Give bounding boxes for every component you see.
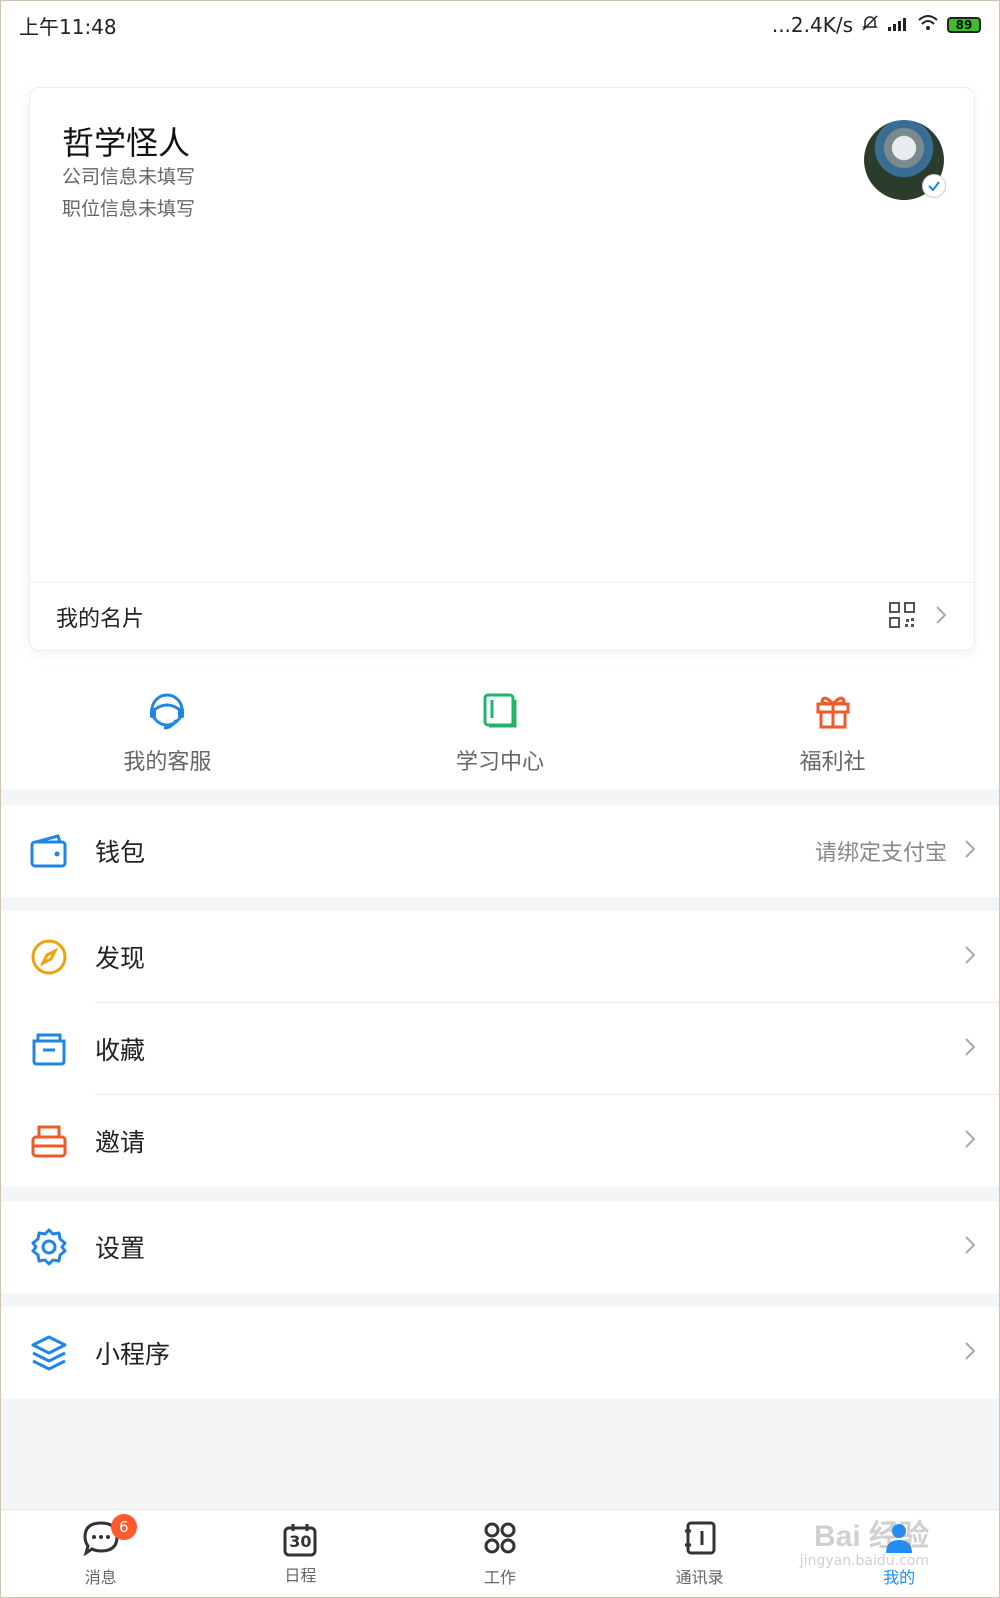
mute-icon xyxy=(861,13,879,37)
network-speed: ...2.4K/s xyxy=(771,13,853,37)
tab-schedule-label: 日程 xyxy=(284,1566,317,1585)
battery-icon: 89 xyxy=(947,17,981,33)
settings-section: 设置 xyxy=(1,1201,999,1293)
welfare-club-button[interactable]: 福利社 xyxy=(733,690,933,776)
discover-label: 发现 xyxy=(95,944,146,973)
tab-contacts-label: 通讯录 xyxy=(675,1568,724,1587)
tab-schedule[interactable]: 30 日程 xyxy=(240,1522,360,1586)
settings-label: 设置 xyxy=(95,1234,146,1263)
folder-icon xyxy=(29,1029,69,1069)
chevron-right-icon xyxy=(934,604,948,630)
my-business-card-row[interactable]: 我的名片 xyxy=(30,582,974,650)
miniprogram-row[interactable]: 小程序 xyxy=(1,1307,999,1399)
chevron-right-icon xyxy=(963,838,977,864)
wallet-row[interactable]: 钱包 请绑定支付宝 xyxy=(1,805,999,897)
features-section: 发现 收藏 邀请 xyxy=(1,911,999,1187)
profile-name: 哲学怪人 xyxy=(62,124,191,162)
gear-icon xyxy=(29,1227,69,1267)
headset-icon xyxy=(146,690,188,736)
discover-row[interactable]: 发现 xyxy=(1,911,999,1003)
phone-screen: 上午11:48 ...2.4K/s 89 哲学怪人 公司信息未填写 职位信息未填… xyxy=(0,0,1000,1598)
layers-icon xyxy=(29,1333,69,1373)
customer-service-button[interactable]: 我的客服 xyxy=(67,690,267,776)
calendar-icon: 30 xyxy=(282,1522,318,1558)
chevron-right-icon xyxy=(963,1128,977,1154)
position-info: 职位信息未填写 xyxy=(62,198,196,220)
customer-service-label: 我的客服 xyxy=(123,750,212,775)
unread-badge: 6 xyxy=(110,1514,137,1540)
status-bar: 上午11:48 ...2.4K/s 89 xyxy=(1,1,999,49)
quick-actions: 我的客服 学习中心 福利社 xyxy=(1,677,999,789)
chevron-right-icon xyxy=(963,1036,977,1062)
favorites-label: 收藏 xyxy=(95,1036,146,1065)
calendar-day: 30 xyxy=(289,1532,312,1551)
my-business-card-label: 我的名片 xyxy=(56,606,145,632)
chevron-right-icon xyxy=(963,1340,977,1366)
bind-alipay-hint: 请绑定支付宝 xyxy=(814,841,947,866)
miniprogram-section: 小程序 xyxy=(1,1307,999,1399)
tab-work[interactable]: 工作 xyxy=(440,1520,560,1588)
welfare-club-label: 福利社 xyxy=(799,750,866,775)
company-info: 公司信息未填写 xyxy=(62,166,196,188)
chevron-right-icon xyxy=(963,1234,977,1260)
tab-work-label: 工作 xyxy=(483,1568,516,1587)
tab-messages[interactable]: 6 消息 xyxy=(41,1514,161,1588)
inbox-icon xyxy=(29,1121,69,1161)
verified-badge-icon xyxy=(922,174,946,198)
status-time: 上午11:48 xyxy=(19,14,117,39)
miniprogram-label: 小程序 xyxy=(95,1340,171,1369)
chevron-right-icon xyxy=(963,944,977,970)
compass-icon xyxy=(29,937,69,977)
book-icon xyxy=(479,690,521,736)
wallet-icon xyxy=(29,831,69,871)
invite-row[interactable]: 邀请 xyxy=(1,1095,999,1187)
tab-contacts[interactable]: 通讯录 xyxy=(640,1520,760,1588)
profile-card[interactable]: 哲学怪人 公司信息未填写 职位信息未填写 我的名片 xyxy=(29,87,975,651)
gift-icon xyxy=(812,690,854,736)
invite-label: 邀请 xyxy=(95,1128,146,1157)
wallet-label: 钱包 xyxy=(95,838,146,867)
favorites-row[interactable]: 收藏 xyxy=(1,1003,999,1095)
qr-code-icon[interactable] xyxy=(888,601,916,633)
watermark-brand: Bai 经验 xyxy=(813,1520,929,1553)
wallet-section: 钱包 请绑定支付宝 xyxy=(1,805,999,897)
avatar[interactable] xyxy=(864,120,946,200)
contacts-icon xyxy=(682,1520,718,1560)
signal-icon xyxy=(887,13,909,37)
apps-icon xyxy=(482,1520,518,1560)
learning-center-button[interactable]: 学习中心 xyxy=(400,690,600,776)
watermark-url: jingyan.baidu.com xyxy=(799,1553,929,1569)
tab-messages-label: 消息 xyxy=(84,1568,117,1587)
settings-row[interactable]: 设置 xyxy=(1,1201,999,1293)
learning-center-label: 学习中心 xyxy=(455,750,544,775)
wifi-icon xyxy=(917,13,939,37)
card-footer-actions xyxy=(888,601,948,633)
status-indicators: ...2.4K/s 89 xyxy=(772,13,981,37)
